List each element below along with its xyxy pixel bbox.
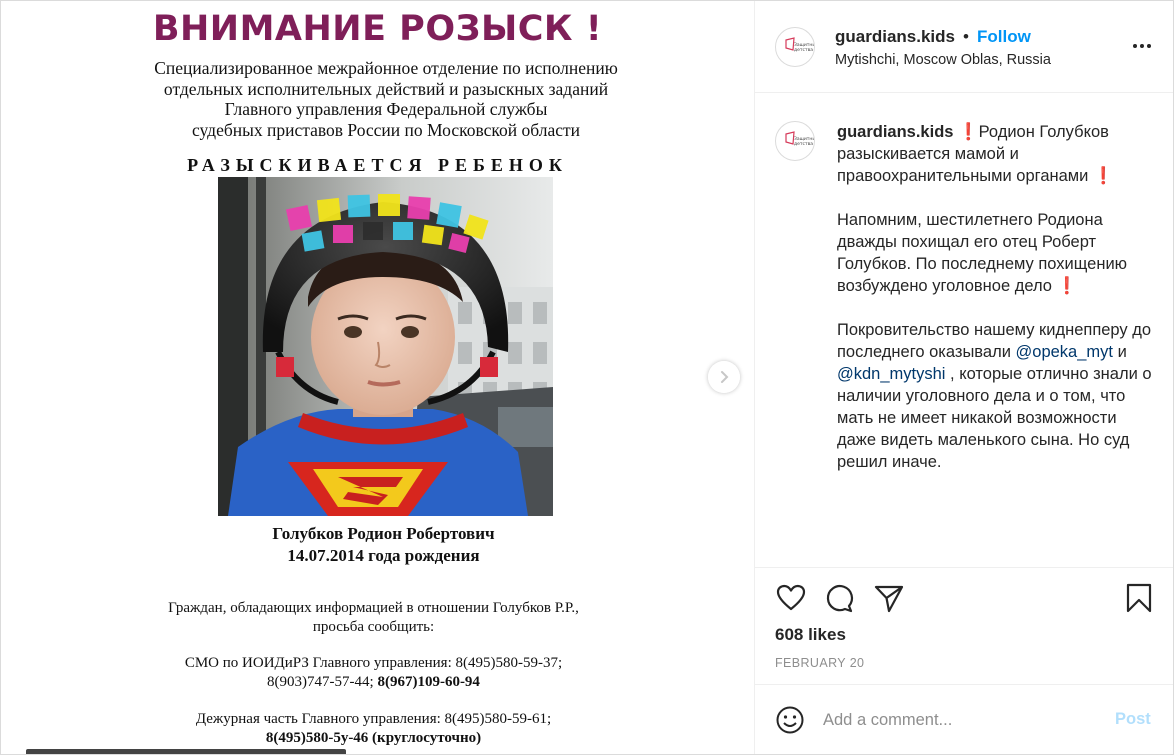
caption-paragraph: guardians.kids ❗Родион Голубков разыскив… [837, 121, 1152, 187]
caption-paragraph: Покровительство нашему киднепперу до пос… [837, 319, 1152, 473]
svg-text:детства: детства [794, 142, 813, 147]
share-button[interactable] [873, 582, 905, 614]
exclamation-icon: ❗ [958, 123, 979, 141]
poster-request-line: просьба сообщить: [312, 619, 435, 635]
like-button[interactable] [775, 582, 807, 614]
comment-button[interactable] [823, 582, 855, 614]
poster-contact-line: СМО по ИОИДиРЗ Главного управления: 8(49… [184, 655, 563, 671]
emoji-button[interactable] [775, 705, 805, 735]
post-dialog: ВНИМАНИЕ РОЗЫСК ! Специализированное меж… [0, 0, 1174, 755]
post-header: Защитники детства guardians.kids • Follo… [755, 1, 1173, 93]
comment-input[interactable] [823, 705, 1093, 735]
poster-organization: Специализированное межрайонное отделение… [1, 58, 754, 140]
chevron-right-icon [721, 371, 729, 383]
child-name-block: Голубков Родион Робертович 14.07.2014 го… [1, 523, 754, 567]
post-sidebar: Защитники детства guardians.kids • Follo… [755, 1, 1173, 754]
poster-duty-line-bold: 8(495)580-5у-46 (круглосуточно) [265, 730, 482, 746]
share-icon [874, 585, 904, 613]
poster-duty-line: Дежурная часть Главного управления: 8(49… [195, 711, 552, 727]
poster-org-line: отдельных исполнительных действий и разы… [163, 78, 609, 99]
exclamation-icon: ❗ [1092, 167, 1114, 185]
header-username[interactable]: guardians.kids [835, 27, 955, 47]
poster-title: ВНИМАНИЕ РОЗЫСК ! [152, 9, 603, 49]
more-options-icon [1133, 44, 1151, 48]
poster-wanted-heading: РАЗЫСКИВАЕТСЯ РЕБЕНОК [187, 155, 568, 175]
comment-icon [826, 585, 854, 613]
carousel-next-button[interactable] [708, 361, 740, 393]
follow-button[interactable]: Follow [977, 27, 1031, 47]
post-date[interactable]: FEBRUARY 20 [775, 656, 864, 670]
child-photo [218, 177, 553, 516]
mention-link[interactable]: @opeka_myt [1016, 343, 1113, 361]
poster-request: Граждан, обладающих информацией в отноше… [1, 599, 746, 637]
caption-text: Напомним, шестилетнего Родиона дважды по… [837, 211, 1128, 295]
more-options-button[interactable] [1130, 36, 1154, 56]
emoji-icon [776, 706, 804, 734]
save-button[interactable] [1123, 582, 1155, 614]
child-name: Голубков Родион Робертович [272, 524, 495, 543]
poster-phone: 8(903)747-57-44; [267, 674, 378, 690]
post-caption: guardians.kids ❗Родион Голубков разыскив… [837, 121, 1152, 495]
header-separator-dot: • [963, 27, 969, 46]
child-birth-date: 14.07.2014 года рождения [287, 546, 480, 565]
bookmark-icon [1126, 583, 1152, 613]
poster-contact-line: 8(903)747-57-44; 8(967)109-60-94 [1, 673, 746, 692]
likes-count[interactable]: 608 likes [775, 625, 846, 645]
post-image[interactable]: ВНИМАНИЕ РОЗЫСК ! Специализированное меж… [1, 1, 755, 754]
post-comment-button[interactable]: Post [1115, 710, 1151, 729]
poster-org-line: Специализированное межрайонное отделение… [154, 58, 618, 78]
comment-bar: Post [755, 684, 1173, 754]
poster-phone-bold: 8(967)109-60-94 [377, 674, 480, 690]
avatar[interactable]: Защитники детства [775, 27, 815, 67]
poster-org-line: судебных приставов России по Московской … [192, 119, 580, 140]
poster-request-line: Граждан, обладающих информацией в отноше… [168, 600, 579, 616]
caption-paragraph: Напомним, шестилетнего Родиона дважды по… [837, 209, 1152, 297]
exclamation-icon: ❗ [1056, 277, 1078, 295]
poster-contacts: СМО по ИОИДиРЗ Главного управления: 8(49… [1, 654, 746, 692]
heart-icon [776, 584, 806, 611]
caption-username[interactable]: guardians.kids [837, 123, 953, 141]
poster-org-line: Главного управления Федеральной службы [224, 99, 548, 119]
post-actions: 608 likes FEBRUARY 20 [755, 567, 1173, 688]
mention-link[interactable]: @kdn_mytyshi [837, 365, 945, 383]
poster-duty-contacts: Дежурная часть Главного управления: 8(49… [1, 710, 746, 748]
svg-text:детства: детства [794, 48, 813, 53]
caption-avatar[interactable]: Защитники детства [775, 121, 815, 161]
caption-text: и [1117, 343, 1127, 361]
post-location[interactable]: Mytishchi, Moscow Oblas, Russia [835, 52, 1051, 68]
poster-cut-text [26, 749, 346, 754]
